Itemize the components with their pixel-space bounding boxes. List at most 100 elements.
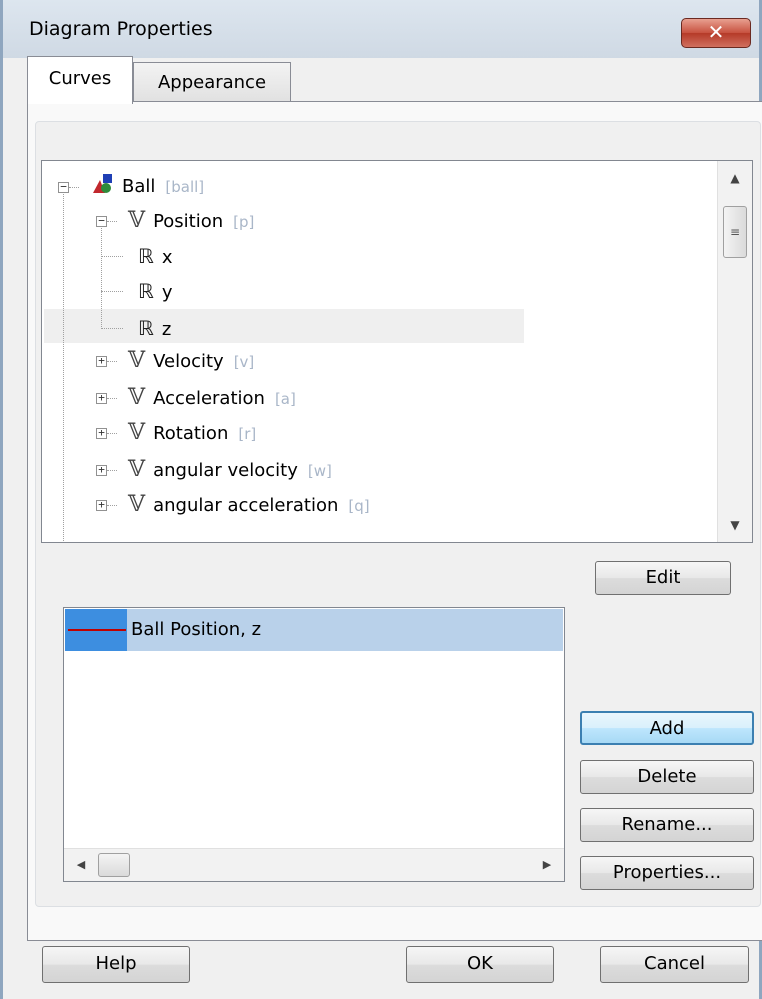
tree-node-velocity[interactable]: 𝕍 Velocity [v] [128,344,254,378]
plus-icon: + [98,498,105,511]
tree-node-ball[interactable]: Ball [ball] [92,170,204,204]
plus-icon: + [98,426,105,439]
tree-node-label: Rotation [153,423,229,444]
tree-selection-highlight [44,309,524,343]
curves-list[interactable]: Ball Position, z ◀ ▶ [63,607,565,882]
tree-guide-line [101,328,123,329]
tree-node-label: y [161,282,173,303]
help-button[interactable]: Help [42,946,190,983]
scroll-right-arrow-icon[interactable]: ▶ [532,849,562,881]
edit-button[interactable]: Edit [595,561,731,595]
close-icon: ✕ [707,20,725,44]
scroll-thumb[interactable] [98,853,130,877]
vector-icon: 𝕍 [128,420,146,445]
tree-node-y[interactable]: ℝy [138,274,173,308]
tree-node-label: Ball [122,176,156,197]
tree-node-label: x [161,247,173,268]
tree-node-alias: [v] [233,353,255,371]
window-title: Diagram Properties [29,18,213,40]
real-number-icon: ℝ [138,279,154,303]
minus-icon: − [60,180,67,193]
tree-node-label: angular acceleration [153,495,339,516]
tree-node-rotation[interactable]: 𝕍 Rotation [r] [128,416,256,450]
help-button-label: Help [95,953,137,974]
tab-curves-label: Curves [48,68,112,89]
tree-node-alias: [w] [307,462,332,480]
tree-guide-line [69,187,79,188]
expand-toggle[interactable]: + [96,463,107,476]
tree-guide-line [101,225,102,329]
delete-button[interactable]: Delete [580,760,754,794]
tree-guide-line [107,433,117,434]
tree-guide-line [101,256,123,257]
tree-node-alias: [a] [274,390,296,408]
tree-node-label: z [161,319,172,340]
title-bar[interactable]: Diagram Properties ✕ [3,0,759,58]
rigid-body-icon [93,174,112,193]
collapse-toggle[interactable]: − [58,180,69,193]
cancel-button[interactable]: Cancel [600,946,749,983]
collapse-toggle[interactable]: − [96,214,107,227]
curve-label: Ball Position, z [131,619,262,640]
plus-icon: + [98,463,105,476]
tree-guide-line [107,398,117,399]
tab-appearance-label: Appearance [157,72,267,93]
add-button[interactable]: Add [580,711,754,745]
tree-node-angular-velocity[interactable]: 𝕍angular velocity [w] [128,453,332,487]
ok-button[interactable]: OK [406,946,554,983]
list-horizontal-scrollbar[interactable]: ◀ ▶ [64,848,564,881]
delete-button-label: Delete [637,766,697,787]
scroll-up-arrow-icon[interactable]: ▲ [718,163,752,193]
list-item[interactable]: Ball Position, z [65,609,563,651]
tree-node-label: Velocity [153,351,224,372]
tree-node-x[interactable]: ℝx [138,239,173,273]
vector-icon: 𝕍 [128,208,146,233]
signal-tree-view[interactable]: − Ball [ball] − 𝕍 Position [p] ℝx ℝy ℝz + [41,160,753,543]
tree-node-alias: [p] [233,213,255,231]
close-button[interactable]: ✕ [681,18,751,48]
vector-icon: 𝕍 [128,457,146,482]
tree-node-alias: [r] [238,425,257,443]
real-number-icon: ℝ [138,316,154,340]
tree-node-label: Position [153,211,224,232]
tree-guide-line [107,505,117,506]
expand-toggle[interactable]: + [96,498,107,511]
plus-icon: + [98,391,105,404]
minus-icon: − [98,214,105,227]
tree-node-alias: [q] [348,497,370,515]
plus-icon: + [98,354,105,367]
tree-node-position[interactable]: 𝕍 Position [p] [128,204,254,238]
rename-button[interactable]: Rename... [580,808,754,842]
real-number-icon: ℝ [138,244,154,268]
properties-button-label: Properties... [612,862,722,883]
edit-button-label: Edit [645,567,681,588]
scroll-down-arrow-icon[interactable]: ▼ [718,510,752,540]
expand-toggle[interactable]: + [96,426,107,439]
vector-icon: 𝕍 [128,348,146,373]
add-button-label: Add [649,718,685,739]
ok-button-label: OK [467,953,493,974]
vector-icon: 𝕍 [128,492,146,517]
rename-button-label: Rename... [621,814,713,835]
scroll-left-arrow-icon[interactable]: ◀ [66,849,96,881]
tree-node-angular-acceleration[interactable]: 𝕍angular acceleration [q] [128,488,370,522]
expand-toggle[interactable]: + [96,354,107,367]
tab-curves[interactable]: Curves [27,56,133,104]
tree-guide-line [101,291,123,292]
expand-toggle[interactable]: + [96,391,107,404]
vector-icon: 𝕍 [128,385,146,410]
tree-guide-line [107,221,117,222]
tree-vertical-scrollbar[interactable]: ▲ ≡ ▼ [717,161,752,542]
curve-color-swatch [65,609,127,651]
scroll-thumb[interactable]: ≡ [723,206,747,258]
tree-guide-line [63,191,64,542]
tree-node-label: angular velocity [153,460,298,481]
curve-line-sample [68,629,126,631]
properties-button[interactable]: Properties... [580,856,754,890]
tab-appearance[interactable]: Appearance [133,62,291,102]
tree-guide-line [107,361,117,362]
tree-node-acceleration[interactable]: 𝕍 Acceleration [a] [128,381,296,415]
dialog-window: Diagram Properties ✕ Curves Appearance − [0,0,762,999]
tree-node-z[interactable]: ℝz [138,311,171,345]
tree-node-alias: [ball] [165,178,205,196]
